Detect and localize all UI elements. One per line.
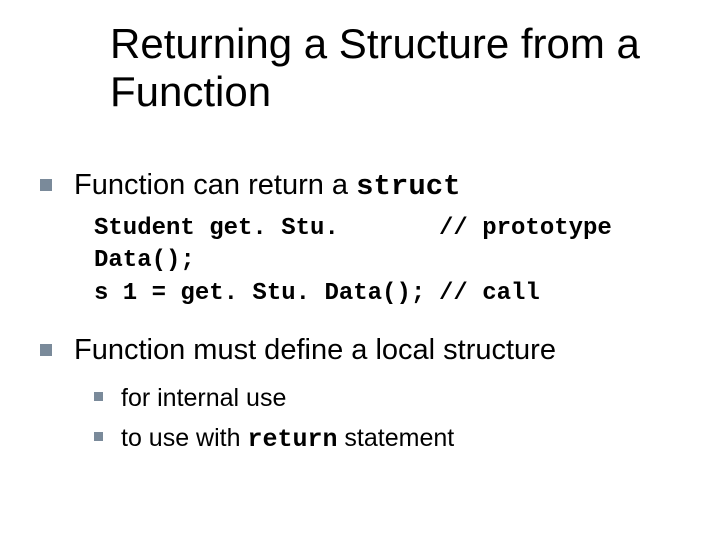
bullet-level1: Function must define a local structure: [40, 332, 680, 368]
code-row: s 1 = get. Stu. Data(); // call: [94, 278, 680, 310]
inline-code: return: [247, 425, 337, 454]
bullet-text-plain: Function must define a local structure: [74, 334, 556, 366]
bullet-text-plain: statement: [337, 424, 454, 452]
bullet-text: for internal use: [121, 382, 286, 416]
bullet-square-icon: [94, 392, 103, 401]
code-left: Student get. Stu. Data();: [94, 213, 439, 278]
inline-code: struct: [356, 170, 460, 203]
code-row: Student get. Stu. Data(); // prototype: [94, 213, 680, 278]
code-right: // call: [439, 278, 540, 310]
bullet-text: Function must define a local structure: [74, 332, 556, 368]
bullet-text-plain: Function can return a: [74, 169, 356, 201]
bullet-text: to use with return statement: [121, 422, 454, 457]
bullet-level2: for internal use: [94, 382, 680, 416]
bullet-text-plain: for internal use: [121, 384, 286, 412]
bullet-level1: Function can return a struct: [40, 167, 680, 205]
code-right: // prototype: [439, 213, 612, 278]
bullet-text: Function can return a struct: [74, 167, 461, 205]
bullet-text-plain: to use with: [121, 424, 247, 452]
bullet-square-icon: [40, 179, 52, 191]
code-block: Student get. Stu. Data(); // prototype s…: [94, 213, 680, 310]
bullet-square-icon: [94, 432, 103, 441]
bullet-level2: to use with return statement: [94, 422, 680, 457]
slide-title: Returning a Structure from a Function: [110, 20, 680, 117]
sub-bullet-list: for internal use to use with return stat…: [40, 382, 680, 457]
slide: Returning a Structure from a Function Fu…: [0, 0, 720, 540]
code-left: s 1 = get. Stu. Data();: [94, 278, 439, 310]
bullet-square-icon: [40, 344, 52, 356]
